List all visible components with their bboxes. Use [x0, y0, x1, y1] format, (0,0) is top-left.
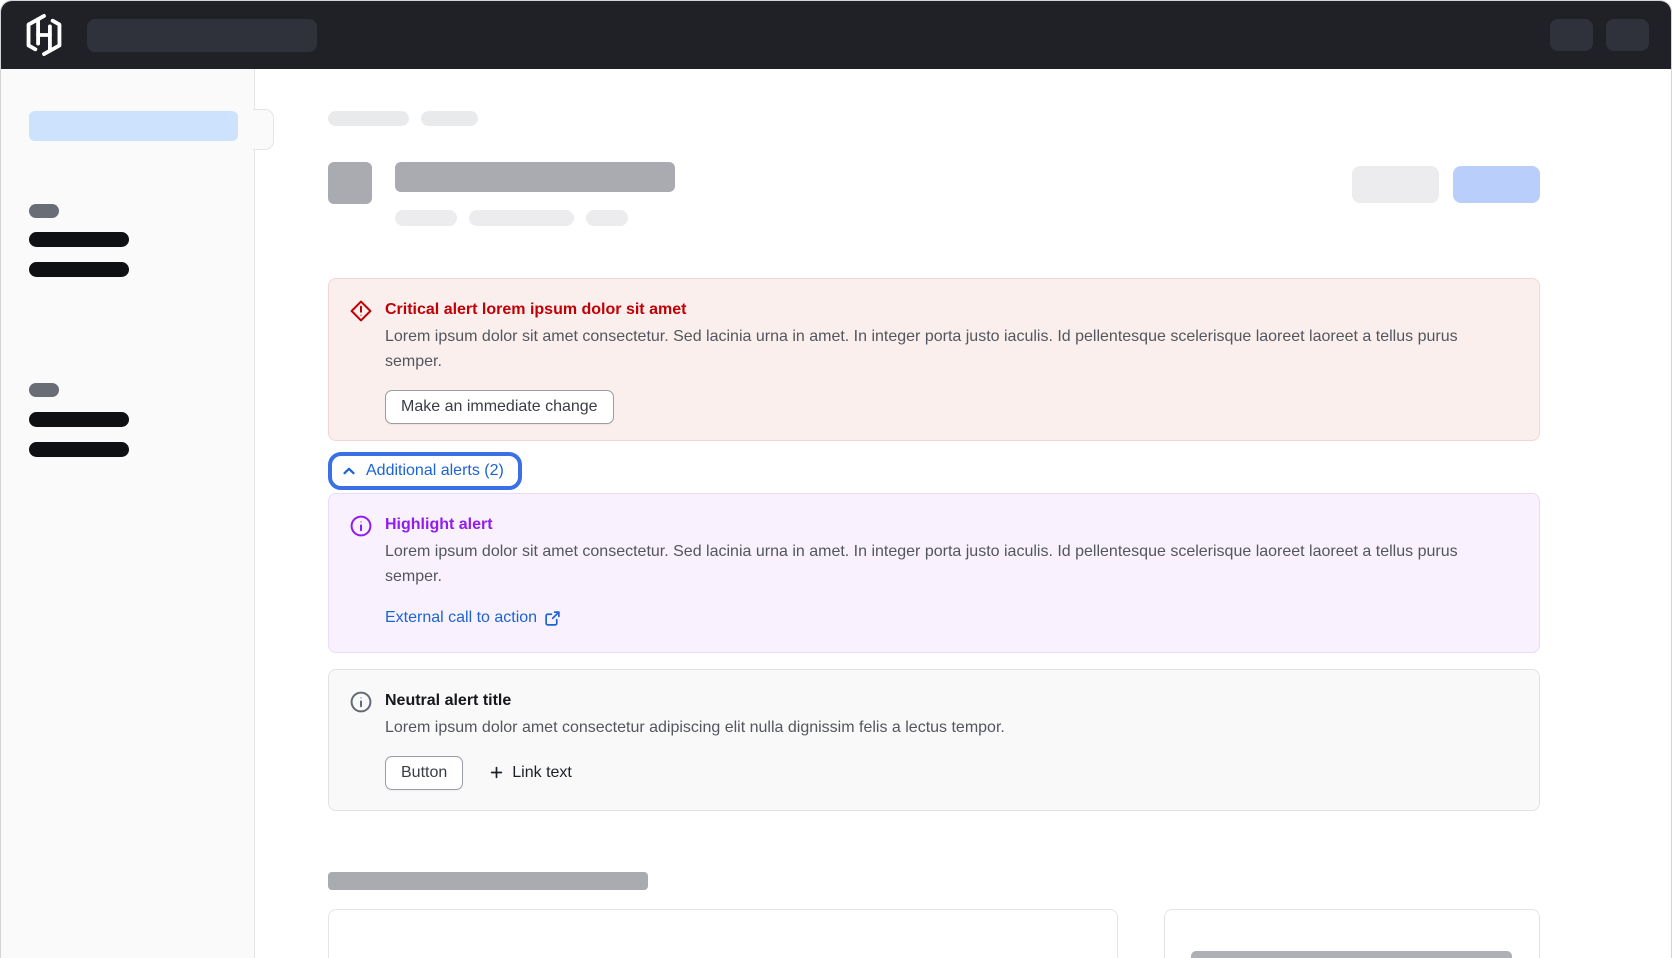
neutral-alert-description: Lorem ipsum dolor amet consectetur adipi… — [385, 716, 1485, 741]
page-title-skeleton — [395, 162, 675, 192]
sidebar-active-item-skeleton[interactable] — [29, 111, 238, 141]
sidebar — [1, 69, 255, 958]
breadcrumb — [328, 111, 1540, 126]
page-actions — [1352, 166, 1540, 203]
additional-alerts-toggle[interactable]: Additional alerts (2) — [328, 452, 522, 490]
sidebar-section-label-skeleton-1 — [29, 204, 59, 218]
nav-action-skeleton-1[interactable] — [1550, 19, 1593, 51]
card-skeleton-right — [1164, 909, 1540, 958]
main-content: Critical alert lorem ipsum dolor sit ame… — [255, 69, 1671, 958]
page-meta-skeleton-1 — [395, 210, 457, 226]
secondary-button-skeleton[interactable] — [1352, 166, 1439, 203]
breadcrumb-skeleton-1[interactable] — [328, 111, 409, 126]
app-window: Critical alert lorem ipsum dolor sit ame… — [0, 0, 1672, 958]
neutral-alert-title: Neutral alert title — [385, 689, 1515, 713]
alert-diamond-icon — [349, 299, 373, 323]
critical-alert-title: Critical alert lorem ipsum dolor sit ame… — [385, 298, 1515, 322]
sidebar-collapse-handle[interactable] — [253, 109, 274, 150]
card-content-skeleton — [1191, 951, 1512, 958]
page-header — [328, 162, 1540, 226]
neutral-alert: Neutral alert title Lorem ipsum dolor am… — [328, 669, 1540, 811]
page-meta-skeleton-2 — [469, 210, 574, 226]
neutral-alert-content: Neutral alert title Lorem ipsum dolor am… — [385, 689, 1515, 790]
hashicorp-logo-icon[interactable] — [23, 12, 65, 58]
info-circle-icon — [349, 690, 373, 714]
sidebar-item-skeleton-3[interactable] — [29, 412, 129, 427]
chevron-up-icon — [341, 463, 357, 479]
critical-alert-description: Lorem ipsum dolor sit amet consectetur. … — [385, 325, 1485, 374]
external-link-icon — [544, 610, 561, 627]
plus-icon — [489, 765, 504, 780]
page-icon-skeleton — [328, 162, 372, 204]
sidebar-item-skeleton-1[interactable] — [29, 232, 129, 247]
critical-alert-action-button[interactable]: Make an immediate change — [385, 390, 614, 424]
sidebar-item-skeleton-2[interactable] — [29, 262, 129, 277]
external-call-to-action-link[interactable]: External call to action — [385, 606, 561, 630]
critical-alert-content: Critical alert lorem ipsum dolor sit ame… — [385, 298, 1515, 424]
highlight-alert-content: Highlight alert Lorem ipsum dolor sit am… — [385, 513, 1515, 630]
top-nav — [1, 1, 1671, 69]
link-text-label: Link text — [512, 764, 572, 782]
search-input-skeleton[interactable] — [87, 19, 317, 52]
nav-action-skeleton-2[interactable] — [1606, 19, 1649, 51]
info-circle-icon — [349, 514, 373, 538]
neutral-alert-actions: Button Link text — [385, 756, 1515, 790]
primary-button-skeleton[interactable] — [1453, 166, 1540, 203]
critical-alert: Critical alert lorem ipsum dolor sit ame… — [328, 278, 1540, 441]
sidebar-section-label-skeleton-2 — [29, 383, 59, 397]
page-title-group — [395, 162, 675, 226]
page-meta-skeleton-3 — [586, 210, 628, 226]
additional-alerts-label: Additional alerts (2) — [366, 459, 504, 483]
app-frame: Critical alert lorem ipsum dolor sit ame… — [1, 69, 1671, 958]
page-meta-skeletons — [395, 210, 675, 226]
highlight-alert-description: Lorem ipsum dolor sit amet consectetur. … — [385, 540, 1485, 589]
external-link-label: External call to action — [385, 606, 537, 630]
neutral-alert-button[interactable]: Button — [385, 756, 463, 790]
neutral-alert-link[interactable]: Link text — [489, 764, 572, 782]
breadcrumb-skeleton-2[interactable] — [421, 111, 478, 126]
sidebar-item-skeleton-4[interactable] — [29, 442, 129, 457]
cards-row — [328, 909, 1540, 958]
section-title-skeleton — [328, 872, 648, 890]
card-skeleton-left — [328, 909, 1118, 958]
highlight-alert: Highlight alert Lorem ipsum dolor sit am… — [328, 493, 1540, 653]
highlight-alert-title: Highlight alert — [385, 513, 1515, 537]
